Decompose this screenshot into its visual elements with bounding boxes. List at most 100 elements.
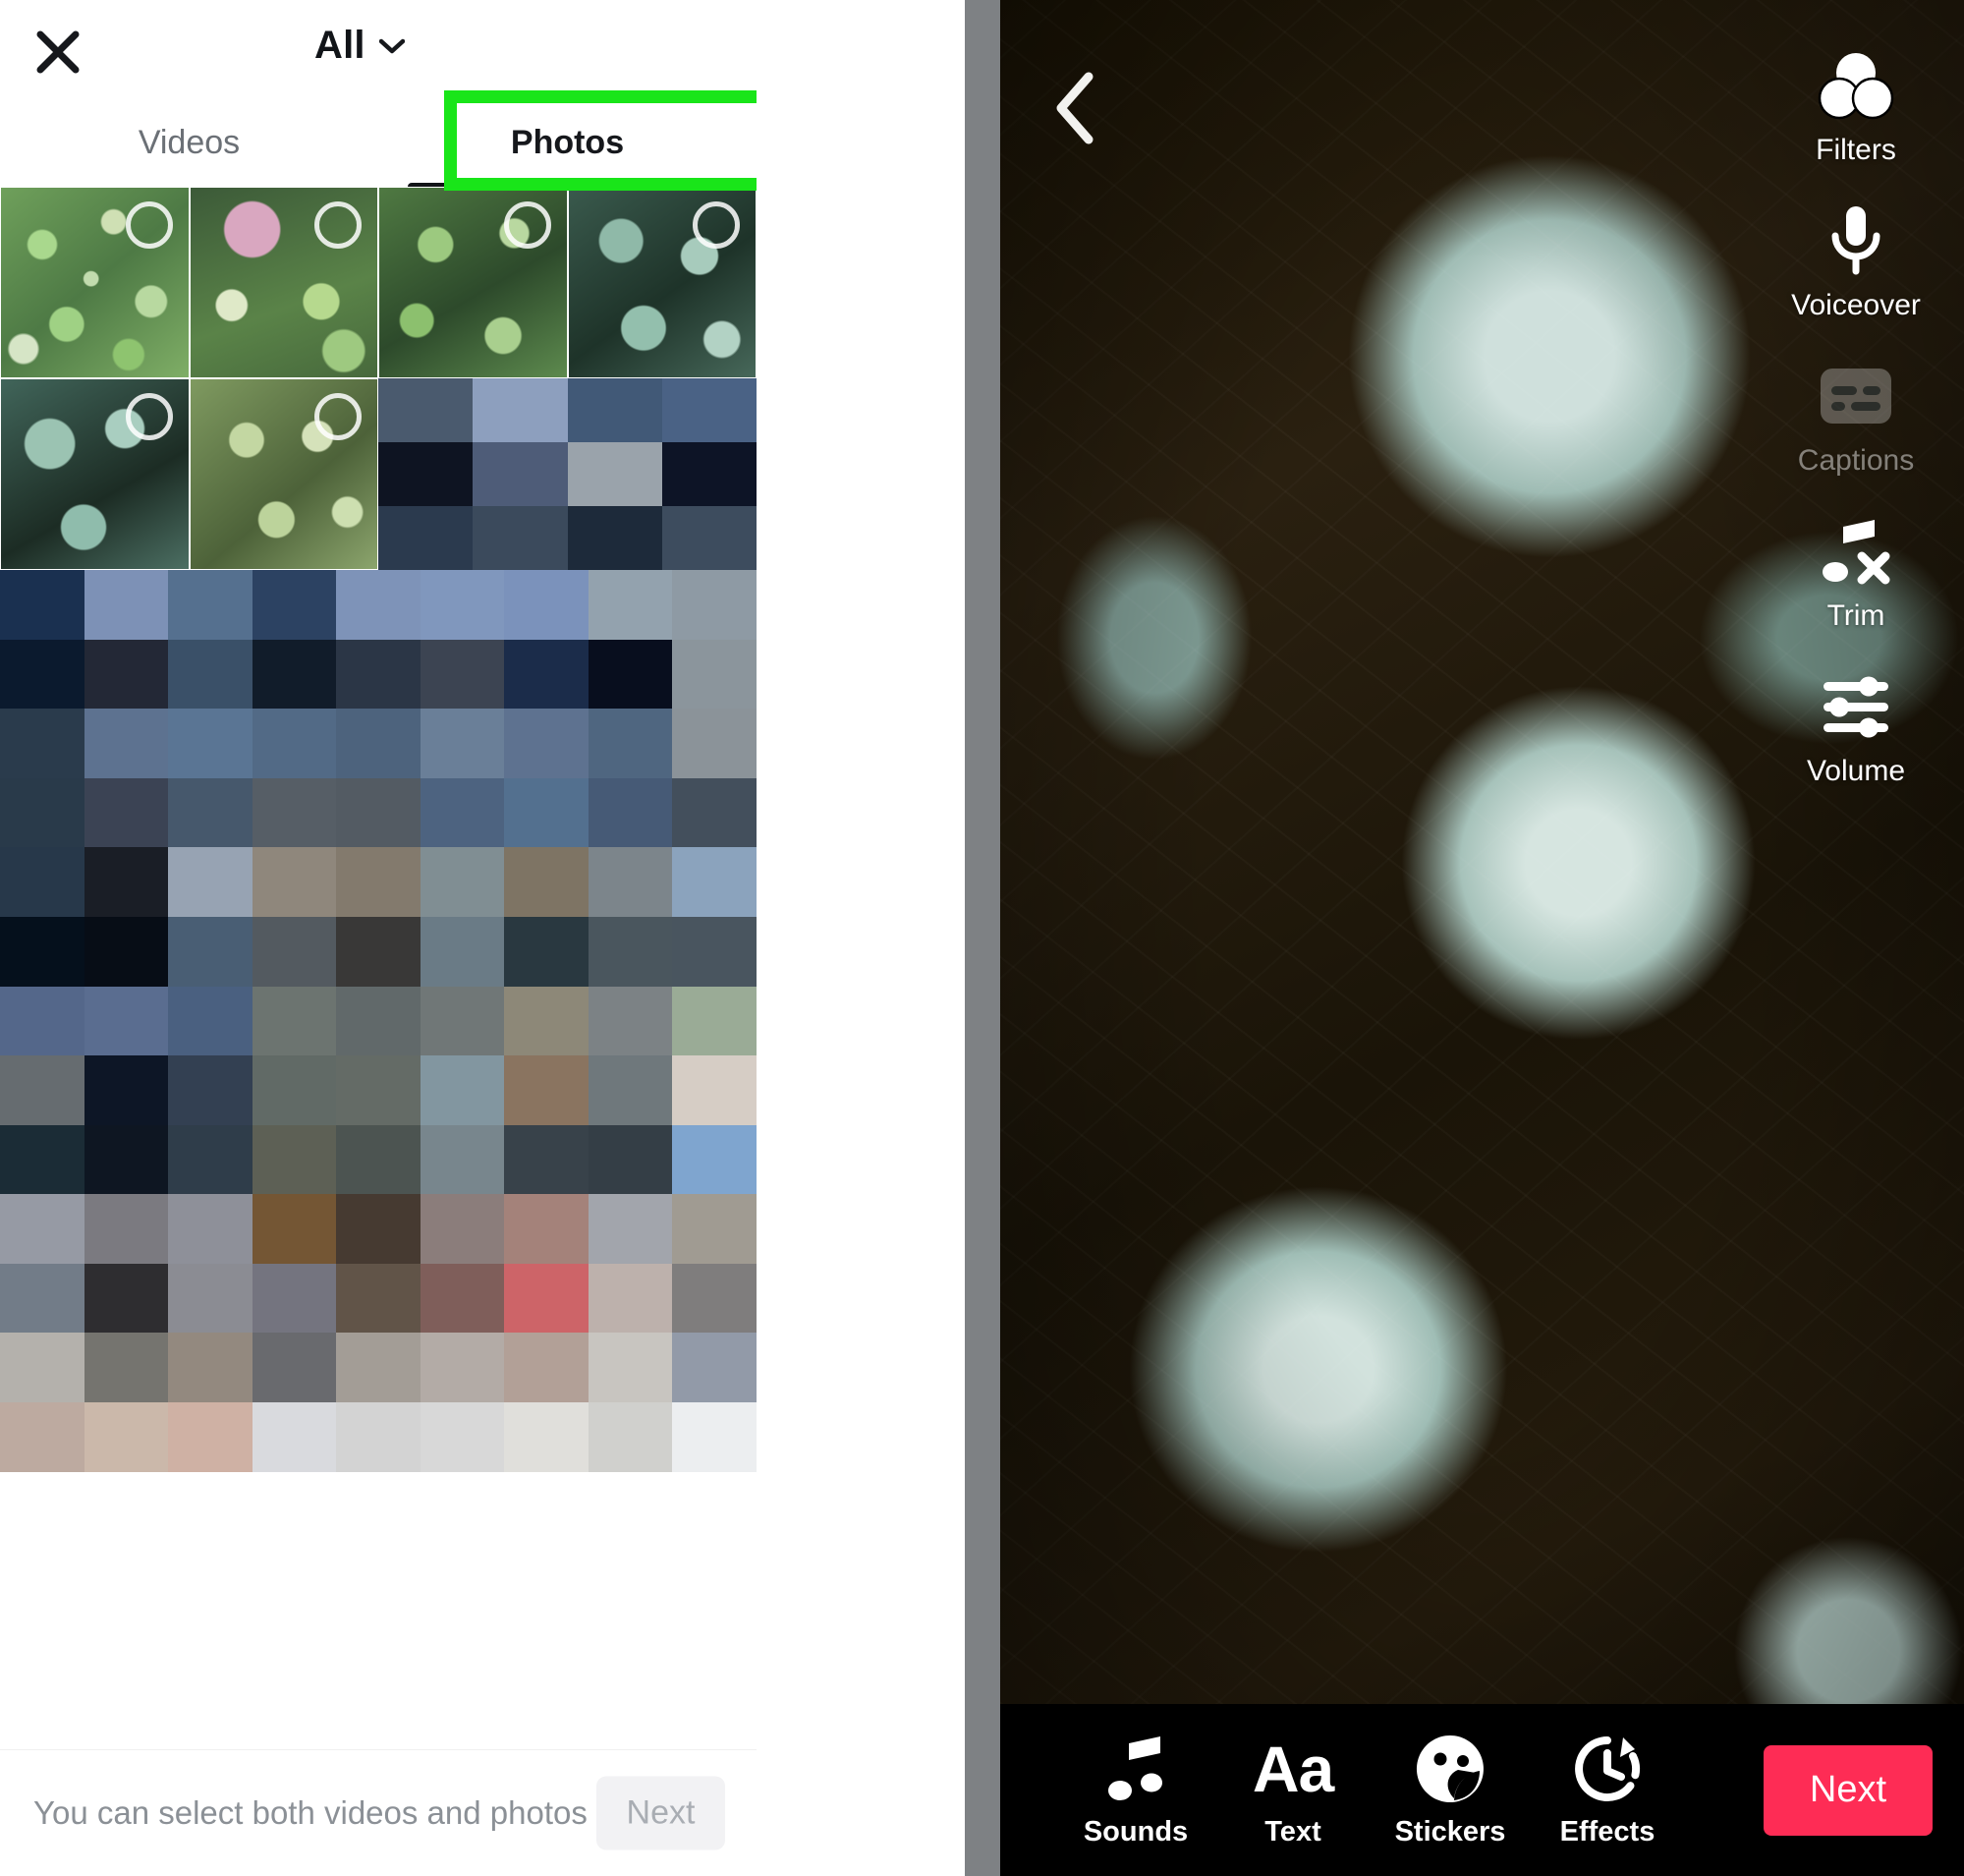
side-tool-captions-label: Captions xyxy=(1797,444,1915,477)
pixel-block xyxy=(168,847,253,917)
bottom-tool-text-label: Text xyxy=(1264,1816,1321,1848)
pixel-block xyxy=(672,777,757,848)
pixel-block xyxy=(504,1055,589,1125)
select-circle-icon[interactable] xyxy=(693,201,740,249)
tab-videos[interactable]: Videos xyxy=(0,98,378,187)
photo-thumbnail[interactable] xyxy=(0,187,190,378)
pixel-block xyxy=(84,1124,169,1195)
photo-thumbnail[interactable] xyxy=(567,187,757,378)
pixel-block xyxy=(252,916,337,987)
pixel-block xyxy=(252,570,337,640)
pixel-block xyxy=(336,709,421,778)
pixel-block xyxy=(672,1333,757,1403)
pixel-block xyxy=(252,1333,337,1403)
pixel-block xyxy=(504,639,589,710)
gallery-bottom-bar: You can select both videos and photos Ne… xyxy=(0,1749,757,1876)
pixel-block xyxy=(168,1471,253,1542)
pixel-block xyxy=(84,986,169,1056)
pixel-block xyxy=(168,1402,253,1472)
select-circle-icon[interactable] xyxy=(314,393,362,440)
side-tool-volume-label: Volume xyxy=(1806,755,1906,787)
pixel-block xyxy=(504,847,589,917)
pixel-block xyxy=(168,1541,253,1611)
side-tool-voiceover[interactable]: Voiceover xyxy=(1777,202,1935,322)
select-circle-icon[interactable] xyxy=(314,201,362,249)
pixel-block xyxy=(672,1263,757,1334)
bottom-tool-sounds[interactable]: Sounds xyxy=(1057,1732,1214,1848)
side-tool-captions[interactable]: Captions xyxy=(1777,358,1935,478)
pixel-block xyxy=(420,986,505,1056)
pixel-block xyxy=(84,777,169,848)
pixel-block xyxy=(336,1124,421,1195)
bottom-tool-sounds-label: Sounds xyxy=(1083,1816,1189,1848)
editor-next-button[interactable]: Next xyxy=(1764,1744,1933,1836)
editor-preview-panel: Filters Voiceover Captions Trim Volume S… xyxy=(1000,0,1964,1876)
pixel-block xyxy=(168,570,253,640)
filters-icon xyxy=(1818,47,1894,124)
tab-videos-label: Videos xyxy=(138,123,241,161)
tab-photos[interactable]: Photos xyxy=(378,98,757,187)
pixel-block xyxy=(473,442,568,506)
pixel-block xyxy=(672,709,757,778)
pixel-block xyxy=(252,1541,337,1611)
side-tool-trim[interactable]: Trim xyxy=(1777,513,1935,633)
pixel-block xyxy=(672,916,757,987)
editor-bottom-toolbar: Sounds Aa Text Stickers Effects Next xyxy=(1000,1704,1964,1876)
pixel-block xyxy=(168,1055,253,1125)
pixel-block xyxy=(336,916,421,987)
select-circle-icon[interactable] xyxy=(125,393,173,440)
pixel-block xyxy=(588,1471,673,1542)
pixel-block xyxy=(84,1471,169,1542)
microphone-icon xyxy=(1818,202,1894,279)
pixel-block xyxy=(473,378,568,442)
sliders-icon xyxy=(1818,668,1894,745)
media-filter-dropdown[interactable]: All xyxy=(314,24,405,68)
pixel-block xyxy=(420,1194,505,1264)
side-tool-volume[interactable]: Volume xyxy=(1777,668,1935,788)
pixel-block xyxy=(0,916,84,987)
pixel-block xyxy=(252,1471,337,1542)
pixel-block xyxy=(252,986,337,1056)
pixel-block xyxy=(378,378,474,442)
pixel-block xyxy=(672,570,757,640)
pixel-block xyxy=(588,709,673,778)
pixel-block xyxy=(672,1610,757,1680)
gallery-picker-inner: All Videos Photos You can select both vi… xyxy=(0,0,757,1876)
gallery-next-button[interactable]: Next xyxy=(596,1776,725,1850)
photo-thumbnail[interactable] xyxy=(0,378,190,570)
close-icon[interactable] xyxy=(35,29,81,75)
pixel-block xyxy=(84,1610,169,1680)
back-chevron-icon[interactable] xyxy=(1049,69,1104,147)
pixel-block xyxy=(661,378,757,442)
pixel-block xyxy=(0,1055,84,1125)
pixel-block xyxy=(0,709,84,778)
pixel-block xyxy=(336,1471,421,1542)
side-tool-voiceover-label: Voiceover xyxy=(1791,289,1921,321)
pixel-block xyxy=(504,1194,589,1264)
pixel-block xyxy=(84,1055,169,1125)
pixel-block xyxy=(588,1263,673,1334)
bottom-tool-stickers[interactable]: Stickers xyxy=(1372,1732,1529,1848)
sticker-face-icon xyxy=(1415,1732,1486,1806)
pixel-block xyxy=(252,777,337,848)
pixel-block xyxy=(588,1194,673,1264)
pixel-block xyxy=(588,1333,673,1403)
select-circle-icon[interactable] xyxy=(503,201,551,249)
media-type-tabs: Videos Photos xyxy=(0,98,757,187)
pixel-block xyxy=(252,639,337,710)
bottom-tool-effects[interactable]: Effects xyxy=(1529,1732,1686,1848)
pixel-block xyxy=(504,1124,589,1195)
pixel-block xyxy=(420,1610,505,1680)
pixel-block xyxy=(0,570,84,640)
photo-thumbnail[interactable] xyxy=(378,187,568,378)
bottom-tool-text[interactable]: Aa Text xyxy=(1214,1732,1372,1848)
photo-thumbnail[interactable] xyxy=(189,187,378,378)
select-circle-icon[interactable] xyxy=(125,201,173,249)
pixel-block xyxy=(252,1402,337,1472)
pixel-block xyxy=(504,777,589,848)
pixel-block xyxy=(420,777,505,848)
side-tool-filters[interactable]: Filters xyxy=(1777,47,1935,167)
pixel-block xyxy=(0,639,84,710)
photo-thumbnail[interactable] xyxy=(189,378,378,570)
pixel-block xyxy=(0,1541,84,1611)
